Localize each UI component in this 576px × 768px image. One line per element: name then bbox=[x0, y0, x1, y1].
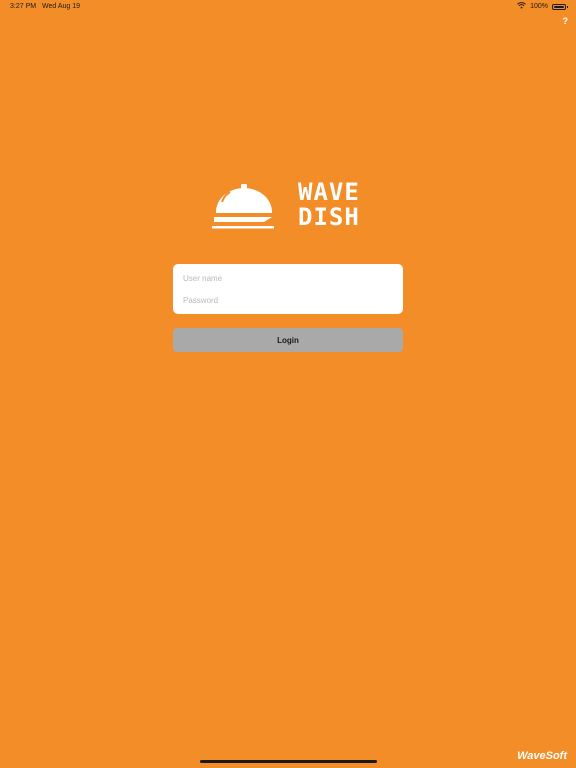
app-logo: WAVE DISH bbox=[212, 180, 382, 230]
status-date: Wed Aug 19 bbox=[42, 3, 81, 10]
username-input[interactable] bbox=[183, 269, 393, 287]
wifi-icon bbox=[517, 2, 526, 11]
cloche-icon bbox=[212, 182, 276, 235]
password-input[interactable] bbox=[183, 291, 393, 309]
login-button[interactable]: Login bbox=[173, 328, 403, 352]
brand-footer: WaveSoft bbox=[517, 750, 567, 762]
status-time: 3:27 PM bbox=[10, 3, 37, 10]
logo-line-wave: WAVE bbox=[298, 178, 360, 206]
help-button[interactable]: ? bbox=[563, 16, 569, 26]
status-bar: 3:27 PM Wed Aug 19 100% bbox=[0, 0, 576, 14]
battery-icon bbox=[552, 3, 568, 10]
home-indicator[interactable] bbox=[200, 760, 377, 763]
logo-wordmark: WAVE DISH bbox=[298, 180, 360, 230]
login-card bbox=[173, 264, 403, 314]
status-indicators: 100% bbox=[517, 2, 568, 11]
logo-line-dish: DISH bbox=[298, 203, 360, 231]
battery-percentage: 100% bbox=[530, 3, 548, 10]
